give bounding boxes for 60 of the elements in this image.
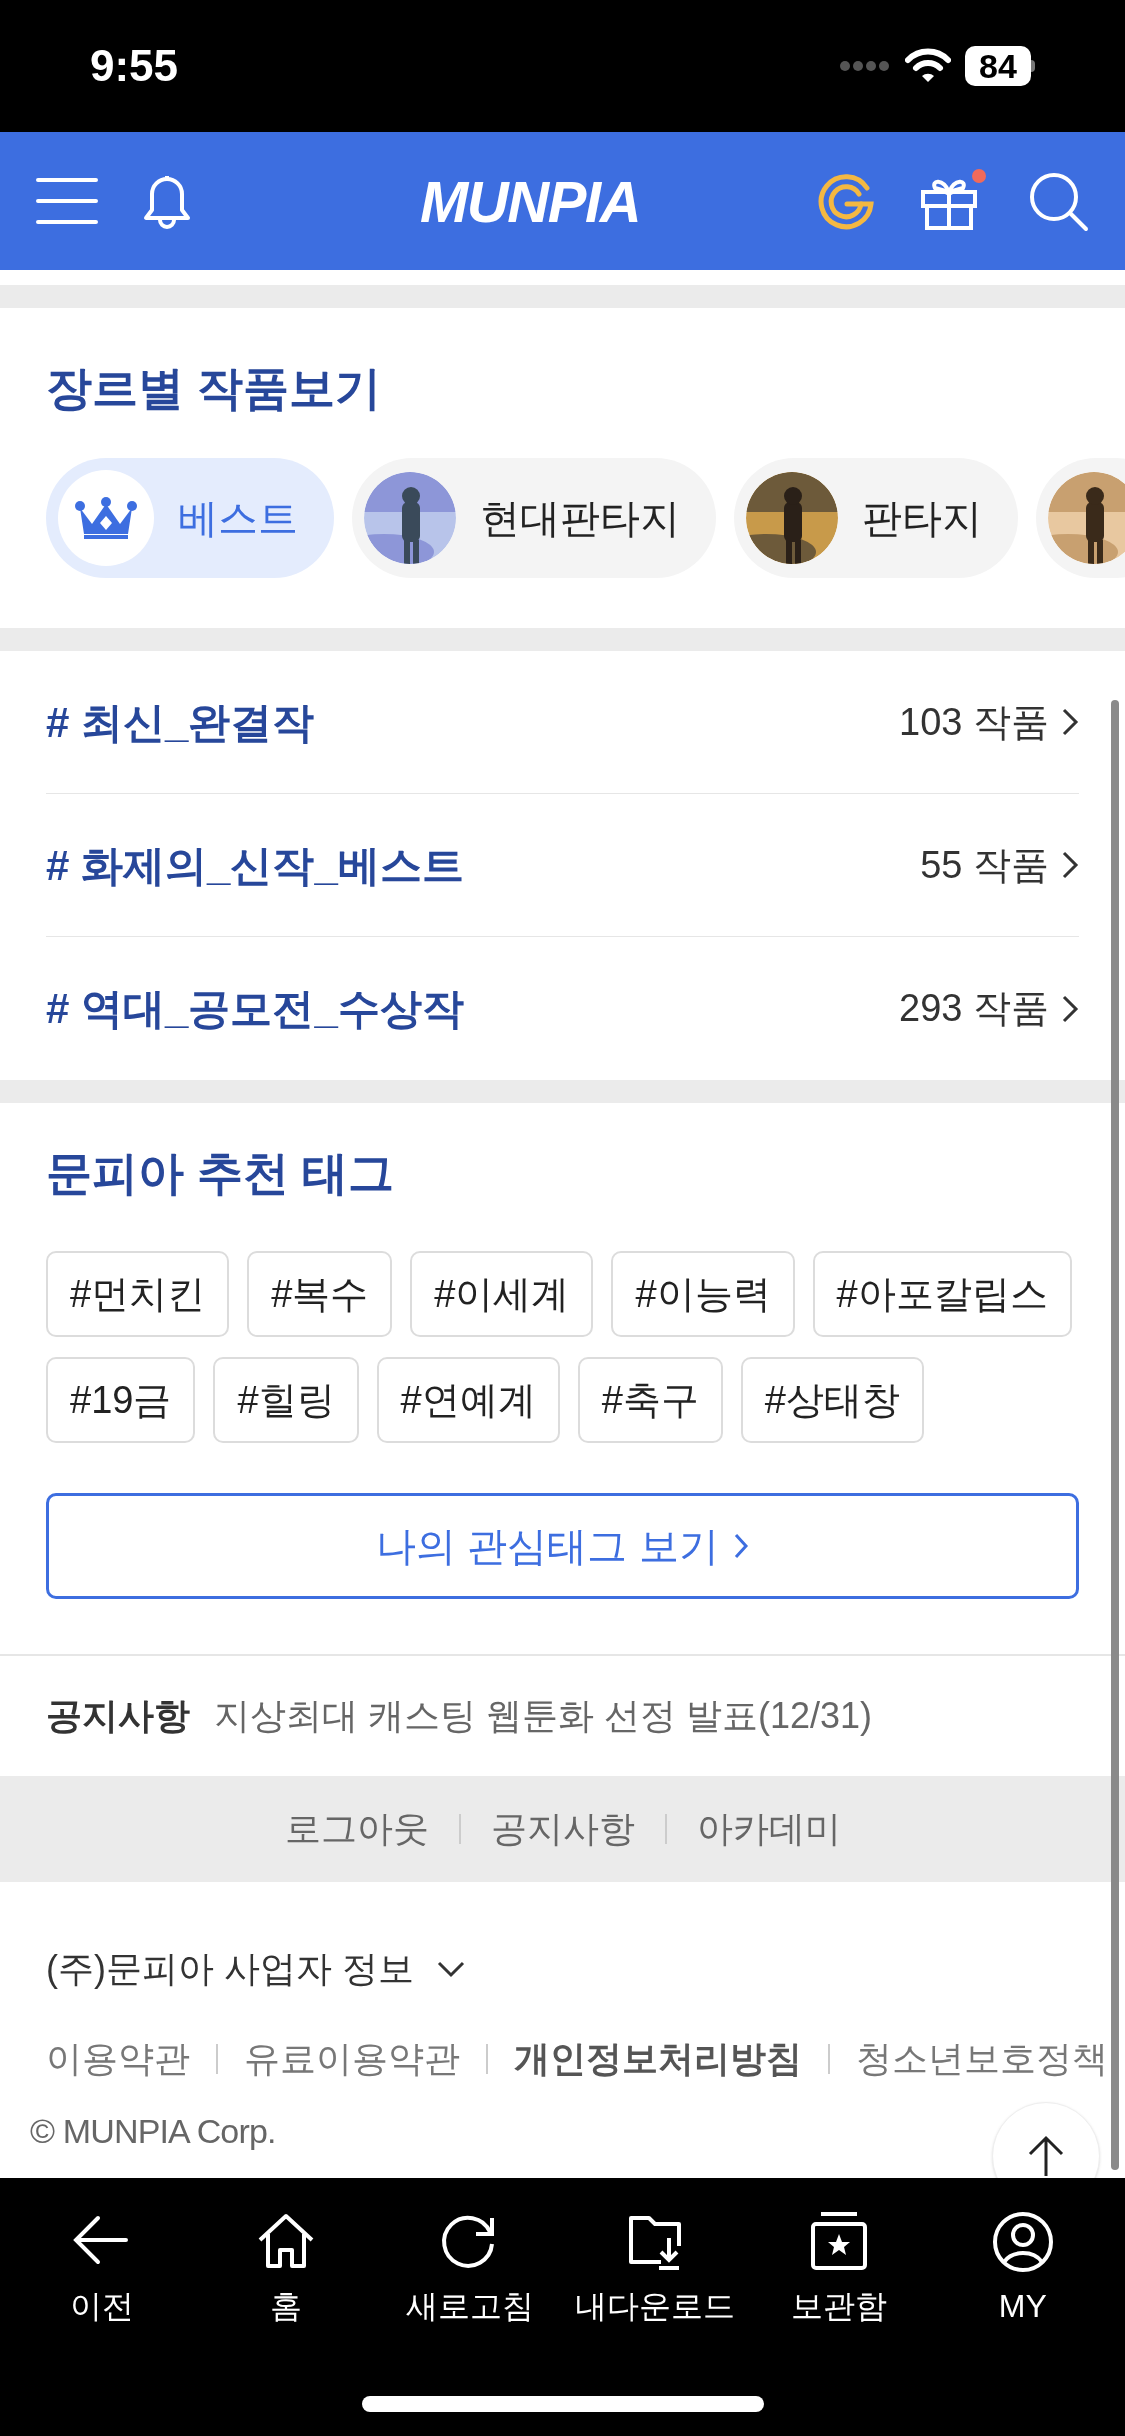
chevron-right-icon [732,1532,749,1560]
chevron-right-icon [1061,707,1079,737]
genre-chip[interactable]: 판타지 [734,458,1018,578]
hashtag-title: # 화제의_신작_베스트 [46,840,464,891]
status-time: 9:55 [90,40,179,92]
genre-label: 판타지 [862,495,982,542]
scroll-top-button[interactable] [992,2102,1100,2178]
policy-link[interactable]: 이용약관 [46,2032,190,2086]
tag-chip[interactable]: #19금 [46,1357,196,1443]
menu-icon[interactable] [36,177,98,225]
genre-label: 현대판타지 [480,495,680,542]
crown-icon [74,496,138,540]
profile-icon [990,2210,1055,2272]
nav-button[interactable]: MY [932,2210,1113,2330]
business-info-toggle[interactable]: (주)문피아 사업자 정보 [46,1942,414,1996]
copyright-text: © MUNPIA Corp. [30,2111,276,2152]
tag-chip[interactable]: #이능력 [611,1251,795,1337]
nav-button[interactable]: 내다운로드 [564,2210,745,2330]
chevron-right-icon [1061,850,1079,880]
notice-text[interactable]: 지상최대 캐스팅 웹툰화 선정 발표(12/31) [214,1689,873,1743]
footer-link[interactable]: 로그아웃 [284,1802,429,1856]
section-title: 장르별 작품보기 [46,361,382,416]
nav-button[interactable]: 이전 [12,2210,193,2330]
munpia-logo[interactable]: MUNPIA [420,157,641,245]
tag-chip[interactable]: #축구 [577,1357,723,1443]
chevron-down-icon[interactable] [436,1960,466,1978]
hashtag-title: # 최신_완결작 [46,697,315,748]
nav-button[interactable]: 새로고침 [380,2210,561,2330]
arrow-up-icon [1026,2134,1066,2178]
policy-link[interactable]: 개인정보처리방침 [514,2032,802,2086]
policy-link[interactable]: 청소년보호정책 [856,2032,1108,2086]
tag-chip[interactable]: #먼치킨 [46,1251,230,1337]
genre-chip[interactable]: 베스트 [46,458,334,578]
tag-chip[interactable]: #힐링 [213,1357,359,1443]
footer-link[interactable]: 공지사항 [490,1802,635,1856]
section-title: 문피아 추천 태그 [46,1146,395,1201]
search-icon[interactable] [1027,170,1089,232]
footer-link[interactable]: 아카데미 [696,1802,841,1856]
work-count: 103 작품 [899,699,1049,745]
tag-chip[interactable]: #복수 [247,1251,393,1337]
genre-chip[interactable]: 현대판타지 [352,458,716,578]
hashtag-row[interactable]: # 역대_공모전_수상작 293 작품 [46,937,1079,1080]
signal-icon [839,59,891,73]
tag-chip[interactable]: #아포칼립스 [812,1251,1072,1337]
nav-button[interactable]: 보관함 [748,2210,929,2330]
hashtag-row[interactable]: # 화제의_신작_베스트 55 작품 [46,794,1079,937]
genre-label: 베스트 [178,495,298,542]
policy-link[interactable]: 유료이용약관 [244,2032,460,2086]
wifi-icon [905,48,951,84]
tag-chip[interactable]: #연예계 [376,1357,560,1443]
tag-chip[interactable]: #상태창 [740,1357,924,1443]
my-tags-button[interactable]: 나의 관심태그 보기 [46,1493,1079,1599]
hashtag-title: # 역대_공모전_수상작 [46,984,464,1034]
chevron-right-icon [1061,993,1079,1024]
hashtag-row[interactable]: # 최신_완결작 103 작품 [46,651,1079,794]
tag-chip[interactable]: #이세계 [410,1251,594,1337]
notice-label: 공지사항 [46,1694,190,1738]
nav-button[interactable]: 홈 [196,2210,377,2330]
work-count: 293 작품 [899,986,1049,1031]
work-count: 55 작품 [920,842,1049,888]
